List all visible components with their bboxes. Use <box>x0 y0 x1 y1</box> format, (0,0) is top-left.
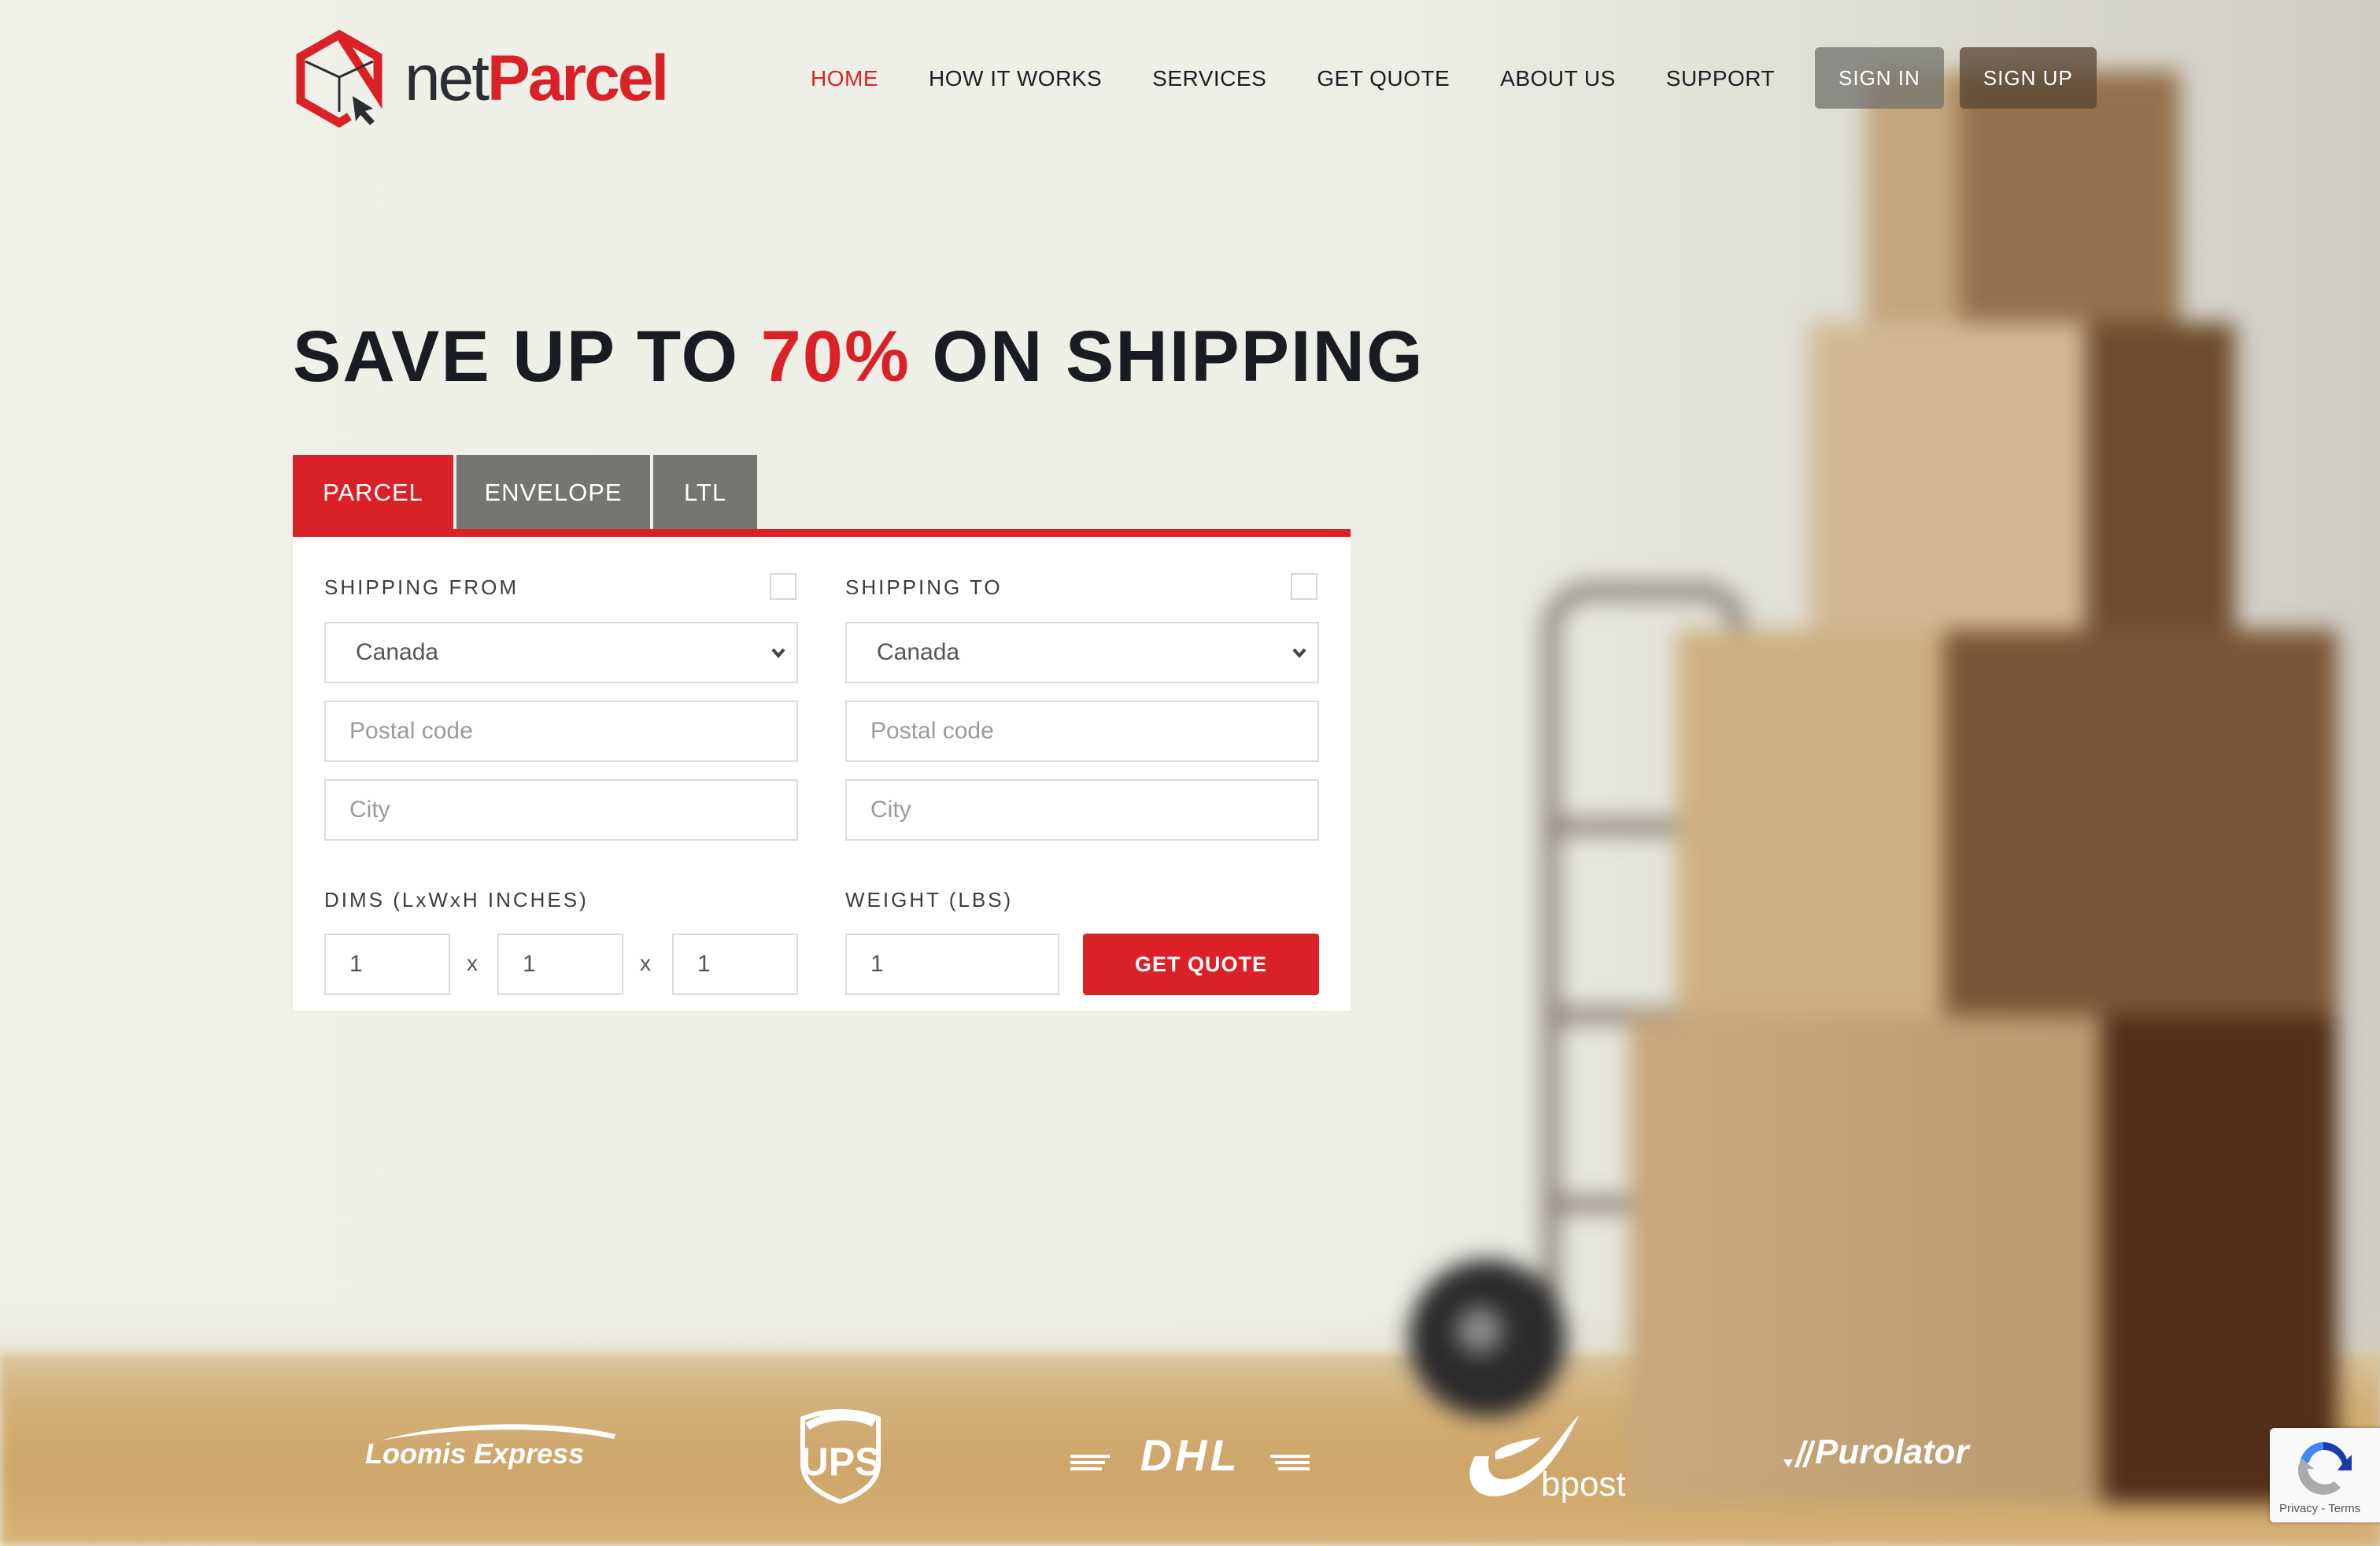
quote-form: SHIPPING FROM Canada Postal code City DI… <box>293 537 1351 1011</box>
headline-pre: SAVE UP TO <box>293 316 761 397</box>
main-nav: HOME HOW IT WORKS SERVICES GET QUOTE ABO… <box>811 61 1825 96</box>
ups-text: UPS <box>800 1440 881 1484</box>
shipping-from-label: SHIPPING FROM <box>324 575 519 599</box>
get-quote-button[interactable]: GET QUOTE <box>1083 934 1319 995</box>
hand-truck-bar <box>1543 819 1684 834</box>
purolator-logo: Purolator <box>1783 1429 1988 1474</box>
sign-in-button[interactable]: SIGN IN <box>1815 47 1944 109</box>
loomis-express-text: Loomis Express <box>365 1437 585 1470</box>
recaptcha-badge[interactable]: Privacy - Terms <box>2270 1428 2380 1522</box>
shipment-type-tabs: PARCEL ENVELOPE LTL <box>293 455 760 531</box>
recaptcha-privacy-terms[interactable]: Privacy - Terms <box>2279 1502 2360 1515</box>
bpost-horn-icon: bpost <box>1469 1415 1626 1503</box>
shipping-from-city-input[interactable]: City <box>324 779 798 841</box>
dhl-text: DHL <box>1140 1437 1240 1474</box>
auth-buttons: SIGN IN SIGN UP <box>1815 47 2097 109</box>
cube-cursor-icon <box>296 30 382 128</box>
hand-truck-wheel <box>1409 1259 1566 1417</box>
headline-post: ON SHIPPING <box>910 316 1425 397</box>
hero-headline: SAVE UP TO 70% ON SHIPPING <box>293 313 1425 400</box>
dims-width-input[interactable]: 1 <box>497 934 623 995</box>
nav-support[interactable]: SUPPORT <box>1666 61 1775 96</box>
nav-home[interactable]: HOME <box>811 61 878 96</box>
shipping-to-label: SHIPPING TO <box>845 575 1003 599</box>
tab-parcel[interactable]: PARCEL <box>293 455 453 531</box>
nav-get-quote[interactable]: GET QUOTE <box>1317 61 1450 96</box>
brand-name-suffix: Parcel <box>487 43 669 114</box>
tab-ltl[interactable]: LTL <box>653 455 757 531</box>
brand-name-prefix: net <box>405 43 490 114</box>
shipping-to-city-input[interactable]: City <box>845 779 1319 841</box>
dhl-mark-icon: DHL <box>1070 1430 1310 1480</box>
sign-up-button[interactable]: SIGN UP <box>1959 47 2097 109</box>
nav-services[interactable]: SERVICES <box>1152 61 1266 96</box>
shipping-to-country-value: Canada <box>877 639 960 665</box>
site-header: netParcel HOME HOW IT WORKS SERVICES GET… <box>0 0 2380 157</box>
tab-envelope[interactable]: ENVELOPE <box>456 455 650 531</box>
shipping-from-country-select[interactable]: Canada <box>324 622 798 683</box>
recaptcha-icon <box>2297 1442 2352 1495</box>
chevron-down-icon <box>771 648 785 659</box>
chevron-down-icon <box>1292 648 1306 659</box>
shipping-to-postal-input[interactable]: Postal code <box>845 701 1319 762</box>
cardboard-box <box>1810 323 2235 653</box>
cardboard-box <box>1676 630 2338 1039</box>
nav-how-it-works[interactable]: HOW IT WORKS <box>929 61 1102 96</box>
loomis-express-logo: Loomis Express <box>365 1420 617 1475</box>
dims-height-input[interactable]: 1 <box>672 934 798 995</box>
tab-underline <box>293 529 1351 537</box>
bpost-logo: bpost <box>1453 1407 1634 1505</box>
dims-label: DIMS (LxWxH INCHES) <box>324 888 589 912</box>
weight-label: WEIGHT (LBS) <box>845 888 1014 912</box>
dims-separator: x <box>467 951 478 975</box>
brand-name: netParcel <box>405 43 669 114</box>
ups-logo: UPS <box>800 1407 881 1505</box>
ups-shield-icon: UPS <box>800 1409 881 1505</box>
shipping-to-checkbox[interactable] <box>1291 573 1318 600</box>
purolator-slash-icon <box>1783 1441 1815 1467</box>
dhl-logo: DHL <box>1070 1430 1310 1480</box>
shipping-from-postal-input[interactable]: Postal code <box>324 701 798 762</box>
dims-separator: x <box>640 951 651 975</box>
purolator-text: Purolator <box>1815 1433 1969 1471</box>
shipping-from-checkbox[interactable] <box>770 573 796 600</box>
shipping-to-country-select[interactable]: Canada <box>845 622 1319 683</box>
dims-length-input[interactable]: 1 <box>324 934 450 995</box>
nav-about-us[interactable]: ABOUT US <box>1500 61 1616 96</box>
brand-logo[interactable]: netParcel <box>293 30 669 128</box>
headline-accent: 70% <box>760 316 911 397</box>
bpost-text: bpost <box>1541 1465 1626 1503</box>
weight-input[interactable]: 1 <box>845 934 1059 995</box>
shipping-from-country-value: Canada <box>356 639 439 665</box>
